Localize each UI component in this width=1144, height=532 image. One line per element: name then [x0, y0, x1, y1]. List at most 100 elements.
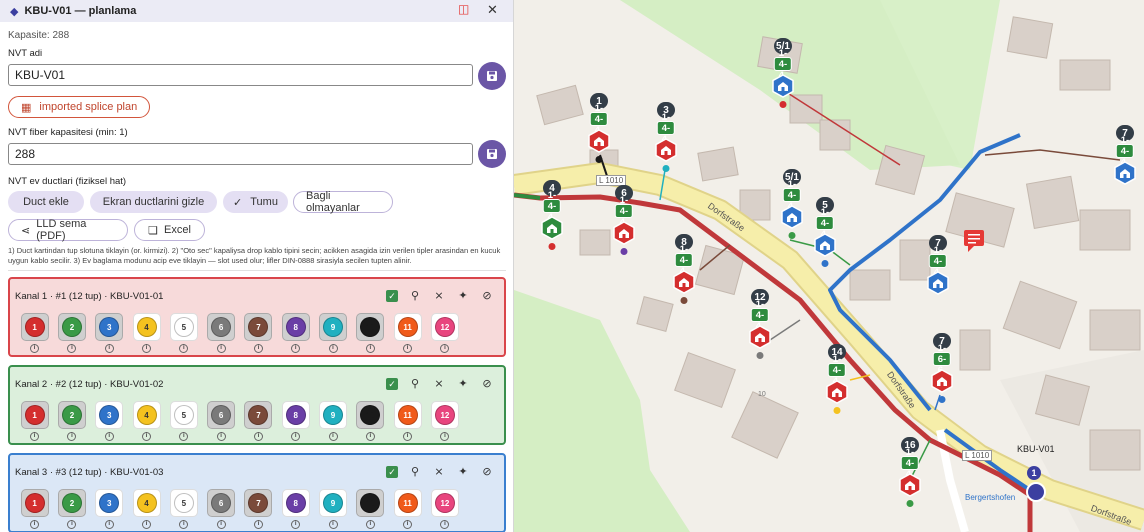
- tube-slot[interactable]: 8i: [277, 313, 314, 353]
- tube-frame[interactable]: 6: [207, 401, 236, 429]
- info-icon[interactable]: i: [179, 344, 189, 353]
- info-icon[interactable]: i: [179, 432, 189, 441]
- tube-9[interactable]: 9: [323, 405, 344, 425]
- tube-slot[interactable]: 9i: [314, 313, 351, 353]
- tube-frame[interactable]: 7: [244, 489, 273, 517]
- tube-9[interactable]: 9: [323, 317, 344, 337]
- tube-3[interactable]: 3: [99, 493, 120, 513]
- tube-frame[interactable]: 6: [207, 489, 236, 517]
- tube-frame[interactable]: 11: [393, 489, 422, 517]
- tube-frame[interactable]: 10: [356, 313, 385, 341]
- tube-frame[interactable]: 9: [319, 489, 348, 517]
- tube-frame[interactable]: 12: [430, 489, 459, 517]
- info-icon[interactable]: i: [365, 344, 375, 353]
- tube-8[interactable]: 8: [285, 317, 306, 337]
- tube-11[interactable]: 11: [397, 493, 418, 513]
- tube-3[interactable]: 3: [99, 405, 120, 425]
- info-icon[interactable]: i: [216, 344, 226, 353]
- tube-frame[interactable]: 6: [207, 313, 236, 341]
- tube-frame[interactable]: 9: [319, 313, 348, 341]
- tube-slot[interactable]: 3i: [91, 401, 128, 441]
- info-icon[interactable]: i: [365, 520, 375, 529]
- tube-slot[interactable]: 2i: [53, 489, 90, 529]
- expand-icon[interactable]: ⨯: [432, 377, 446, 390]
- tube-frame[interactable]: 12: [430, 401, 459, 429]
- info-icon[interactable]: i: [30, 520, 40, 529]
- info-icon[interactable]: i: [216, 520, 226, 529]
- info-icon[interactable]: i: [291, 520, 301, 529]
- tube-slot[interactable]: 5i: [165, 313, 202, 353]
- checkbox-icon[interactable]: ✓: [386, 465, 398, 478]
- duct-add-button[interactable]: Duct ekle: [8, 191, 84, 213]
- tube-8[interactable]: 8: [285, 493, 306, 513]
- imported-splice-plan-button[interactable]: ▦ imported splice plan: [8, 96, 151, 118]
- tube-slot[interactable]: 8i: [277, 401, 314, 441]
- lamp-icon[interactable]: ⚲: [408, 289, 422, 302]
- info-icon[interactable]: i: [253, 344, 263, 353]
- info-icon[interactable]: i: [253, 520, 263, 529]
- tube-5[interactable]: 5: [173, 317, 194, 337]
- info-icon[interactable]: i: [328, 432, 338, 441]
- checkbox-icon[interactable]: ✓: [386, 377, 398, 390]
- tube-slot[interactable]: 3i: [91, 313, 128, 353]
- fiber-capacity-input[interactable]: 288: [8, 143, 473, 165]
- tube-7[interactable]: 7: [248, 405, 269, 425]
- tube-2[interactable]: 2: [61, 317, 82, 337]
- tube-10[interactable]: 10: [360, 493, 381, 513]
- tube-slot[interactable]: 6i: [202, 313, 239, 353]
- tube-slot[interactable]: 10 i: [352, 313, 389, 353]
- tube-slot[interactable]: 5i: [165, 489, 202, 529]
- tube-frame[interactable]: 8: [281, 401, 310, 429]
- tube-frame[interactable]: 2: [57, 489, 86, 517]
- tube-frame[interactable]: 3: [95, 401, 124, 429]
- info-icon[interactable]: i: [67, 344, 77, 353]
- filter-unconnected-button[interactable]: Bagli olmayanlar: [293, 190, 393, 214]
- tube-5[interactable]: 5: [173, 493, 194, 513]
- tube-frame[interactable]: 1: [20, 401, 49, 429]
- tube-frame[interactable]: 4: [132, 313, 161, 341]
- lamp-icon[interactable]: ⚲: [408, 465, 422, 478]
- tube-slot[interactable]: 11 i: [389, 313, 426, 353]
- tube-11[interactable]: 11: [397, 405, 418, 425]
- tube-slot[interactable]: 10 i: [352, 489, 389, 529]
- info-icon[interactable]: i: [365, 432, 375, 441]
- info-icon[interactable]: i: [216, 432, 226, 441]
- filter-all-button[interactable]: ✓ Tumu: [223, 191, 288, 213]
- wand-icon[interactable]: ✦: [456, 289, 470, 302]
- nvt-name-input[interactable]: KBU-V01: [8, 64, 473, 86]
- tube-frame[interactable]: 7: [244, 401, 273, 429]
- tube-6[interactable]: 6: [211, 493, 232, 513]
- tube-slot[interactable]: 1i: [16, 489, 53, 529]
- tube-10[interactable]: 10: [360, 405, 381, 425]
- info-icon[interactable]: i: [30, 432, 40, 441]
- tube-4[interactable]: 4: [136, 405, 157, 425]
- info-icon[interactable]: i: [440, 432, 450, 441]
- info-icon[interactable]: i: [30, 344, 40, 353]
- tube-frame[interactable]: 8: [281, 489, 310, 517]
- tube-6[interactable]: 6: [211, 405, 232, 425]
- info-icon[interactable]: i: [440, 344, 450, 353]
- info-icon[interactable]: i: [104, 344, 114, 353]
- tube-frame[interactable]: 4: [132, 489, 161, 517]
- info-icon[interactable]: i: [403, 432, 413, 441]
- info-icon[interactable]: i: [291, 344, 301, 353]
- tube-slot[interactable]: 7i: [240, 313, 277, 353]
- info-icon[interactable]: i: [142, 432, 152, 441]
- tube-slot[interactable]: 10 i: [352, 401, 389, 441]
- tube-frame[interactable]: 1: [20, 313, 49, 341]
- tube-6[interactable]: 6: [211, 317, 232, 337]
- unlink-icon[interactable]: ⊘: [480, 289, 494, 302]
- info-icon[interactable]: i: [179, 520, 189, 529]
- tube-slot[interactable]: 9i: [314, 401, 351, 441]
- tube-slot[interactable]: 4i: [128, 313, 165, 353]
- tube-slot[interactable]: 2i: [53, 313, 90, 353]
- tube-frame[interactable]: 11: [393, 313, 422, 341]
- tube-12[interactable]: 12: [434, 493, 455, 513]
- tube-slot[interactable]: 12 i: [426, 401, 463, 441]
- lamp-icon[interactable]: ⚲: [408, 377, 422, 390]
- info-icon[interactable]: i: [142, 520, 152, 529]
- tube-frame[interactable]: 7: [244, 313, 273, 341]
- lld-pdf-button[interactable]: ⋖ LLD sema (PDF): [8, 218, 128, 242]
- tube-4[interactable]: 4: [136, 317, 157, 337]
- tube-frame[interactable]: 5: [169, 401, 198, 429]
